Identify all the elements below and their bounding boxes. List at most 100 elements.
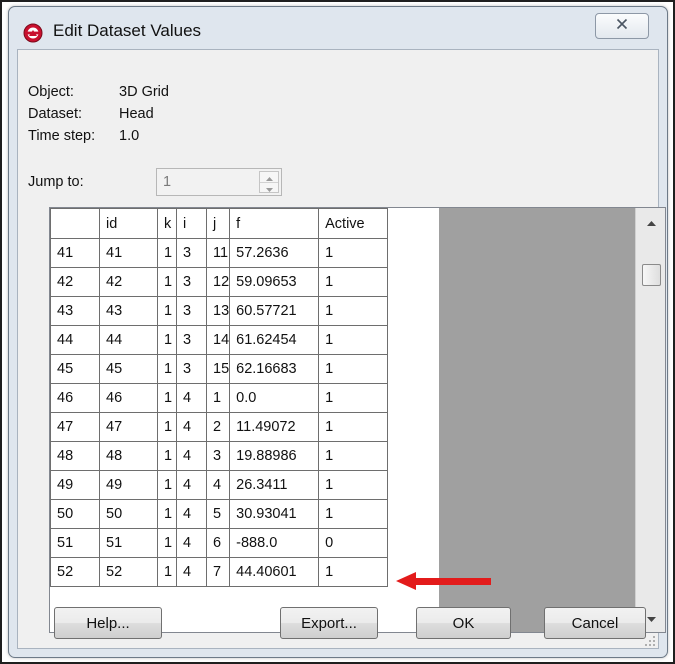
scroll-thumb[interactable] — [642, 264, 661, 286]
j-cell[interactable]: 13 — [205, 296, 231, 326]
row-number-cell[interactable]: 44 — [50, 325, 100, 355]
f-cell[interactable]: 0.0 — [229, 383, 320, 413]
j-cell[interactable]: 3 — [205, 441, 231, 471]
row-number-cell[interactable]: 47 — [50, 412, 100, 442]
dataset-grid[interactable]: id k i j f Active 41 41 1 3 11 57.2636 1… — [49, 207, 666, 633]
active-cell[interactable]: 1 — [318, 499, 389, 529]
spin-down-button[interactable] — [260, 182, 278, 192]
scroll-up-button[interactable] — [636, 208, 665, 236]
cancel-button[interactable]: Cancel — [544, 607, 646, 639]
f-cell[interactable]: 30.93041 — [229, 499, 320, 529]
k-cell[interactable]: 1 — [157, 383, 177, 413]
k-cell[interactable]: 1 — [157, 557, 177, 587]
k-cell[interactable]: 1 — [157, 325, 177, 355]
j-cell[interactable]: 5 — [205, 499, 231, 529]
id-cell[interactable]: 45 — [99, 354, 158, 384]
id-cell[interactable]: 52 — [99, 557, 158, 587]
j-cell[interactable]: 12 — [205, 267, 231, 297]
i-cell[interactable]: 4 — [176, 470, 207, 500]
id-cell[interactable]: 51 — [99, 528, 158, 558]
column-header-k[interactable]: k — [157, 208, 177, 239]
j-cell[interactable]: 14 — [205, 325, 231, 355]
row-number-cell[interactable]: 52 — [50, 557, 100, 587]
vertical-scrollbar[interactable] — [635, 208, 665, 632]
jump-to-spinner[interactable] — [259, 171, 279, 193]
column-header-active[interactable]: Active — [318, 208, 389, 239]
active-cell[interactable]: 0 — [318, 528, 389, 558]
f-cell[interactable]: 59.09653 — [229, 267, 320, 297]
jump-to-input[interactable]: 1 — [156, 168, 282, 196]
j-cell[interactable]: 2 — [205, 412, 231, 442]
row-number-cell[interactable]: 49 — [50, 470, 100, 500]
f-cell[interactable]: -888.0 — [229, 528, 320, 558]
f-cell[interactable]: 57.2636 — [229, 238, 320, 268]
id-cell[interactable]: 49 — [99, 470, 158, 500]
k-cell[interactable]: 1 — [157, 238, 177, 268]
active-cell[interactable]: 1 — [318, 267, 389, 297]
column-header-f[interactable]: f — [229, 208, 320, 239]
active-cell[interactable]: 1 — [318, 296, 389, 326]
i-cell[interactable]: 4 — [176, 383, 207, 413]
j-cell[interactable]: 4 — [205, 470, 231, 500]
j-cell[interactable]: 7 — [205, 557, 231, 587]
f-cell[interactable]: 62.16683 — [229, 354, 320, 384]
k-cell[interactable]: 1 — [157, 267, 177, 297]
id-cell[interactable]: 46 — [99, 383, 158, 413]
active-cell[interactable]: 1 — [318, 325, 389, 355]
active-cell[interactable]: 1 — [318, 557, 389, 587]
f-cell[interactable]: 26.3411 — [229, 470, 320, 500]
id-cell[interactable]: 47 — [99, 412, 158, 442]
row-number-cell[interactable]: 43 — [50, 296, 100, 326]
column-header-row-number[interactable] — [50, 208, 100, 239]
i-cell[interactable]: 3 — [176, 354, 207, 384]
j-cell[interactable]: 6 — [205, 528, 231, 558]
f-cell[interactable]: 60.57721 — [229, 296, 320, 326]
resize-grip-icon[interactable] — [644, 634, 656, 646]
k-cell[interactable]: 1 — [157, 528, 177, 558]
column-header-id[interactable]: id — [99, 208, 158, 239]
row-number-cell[interactable]: 46 — [50, 383, 100, 413]
i-cell[interactable]: 3 — [176, 325, 207, 355]
i-cell[interactable]: 4 — [176, 499, 207, 529]
j-cell[interactable]: 15 — [205, 354, 231, 384]
title-bar[interactable]: Edit Dataset Values — [9, 7, 667, 49]
active-cell[interactable]: 1 — [318, 238, 389, 268]
id-cell[interactable]: 44 — [99, 325, 158, 355]
i-cell[interactable]: 4 — [176, 441, 207, 471]
f-cell[interactable]: 11.49072 — [229, 412, 320, 442]
i-cell[interactable]: 3 — [176, 267, 207, 297]
active-cell[interactable]: 1 — [318, 383, 389, 413]
k-cell[interactable]: 1 — [157, 441, 177, 471]
row-number-cell[interactable]: 45 — [50, 354, 100, 384]
help-button[interactable]: Help... — [54, 607, 162, 639]
row-number-cell[interactable]: 48 — [50, 441, 100, 471]
j-cell[interactable]: 11 — [205, 238, 231, 268]
id-cell[interactable]: 42 — [99, 267, 158, 297]
k-cell[interactable]: 1 — [157, 412, 177, 442]
i-cell[interactable]: 3 — [176, 296, 207, 326]
i-cell[interactable]: 4 — [176, 412, 207, 442]
k-cell[interactable]: 1 — [157, 354, 177, 384]
column-header-j[interactable]: j — [205, 208, 231, 239]
column-header-i[interactable]: i — [176, 208, 207, 239]
active-cell[interactable]: 1 — [318, 354, 389, 384]
row-number-cell[interactable]: 50 — [50, 499, 100, 529]
row-number-cell[interactable]: 42 — [50, 267, 100, 297]
export-button[interactable]: Export... — [280, 607, 378, 639]
id-cell[interactable]: 50 — [99, 499, 158, 529]
row-number-cell[interactable]: 41 — [50, 238, 100, 268]
k-cell[interactable]: 1 — [157, 499, 177, 529]
close-button[interactable] — [595, 13, 649, 39]
id-cell[interactable]: 48 — [99, 441, 158, 471]
j-cell[interactable]: 1 — [205, 383, 231, 413]
i-cell[interactable]: 4 — [176, 557, 207, 587]
f-cell[interactable]: 61.62454 — [229, 325, 320, 355]
id-cell[interactable]: 43 — [99, 296, 158, 326]
active-cell[interactable]: 1 — [318, 470, 389, 500]
i-cell[interactable]: 3 — [176, 238, 207, 268]
ok-button[interactable]: OK — [416, 607, 511, 639]
active-cell[interactable]: 1 — [318, 441, 389, 471]
row-number-cell[interactable]: 51 — [50, 528, 100, 558]
i-cell[interactable]: 4 — [176, 528, 207, 558]
active-cell[interactable]: 1 — [318, 412, 389, 442]
